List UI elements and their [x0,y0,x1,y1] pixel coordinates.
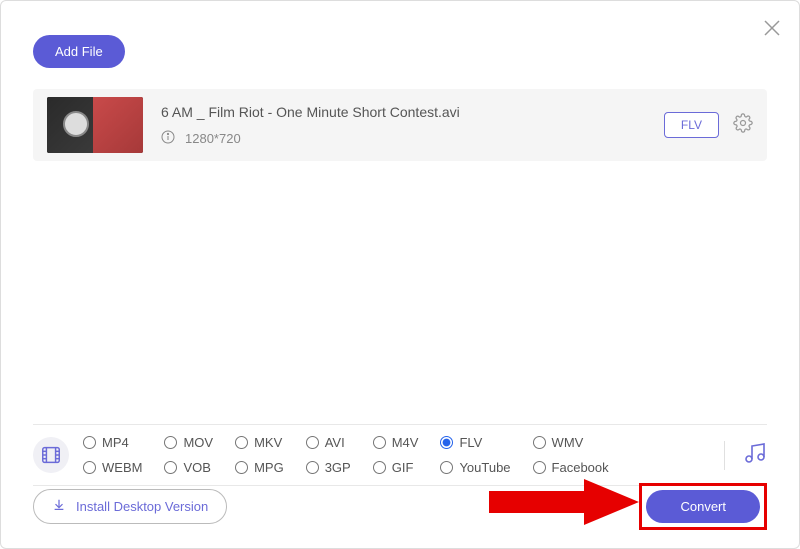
format-radio[interactable] [164,436,177,449]
format-option-mov[interactable]: MOV [164,435,213,450]
format-option-wmv[interactable]: WMV [533,435,609,450]
bottom-bar: Install Desktop Version Convert [33,483,767,530]
close-icon[interactable] [763,19,781,42]
gear-icon[interactable] [733,113,753,138]
format-radio[interactable] [235,436,248,449]
format-label: 3GP [325,460,351,475]
format-label: Facebook [552,460,609,475]
format-label: FLV [459,435,482,450]
download-icon [52,498,66,515]
format-option-avi[interactable]: AVI [306,435,351,450]
format-picker: MP4 MOV MKV AVI M4V FLV WMV WEBM VOB MPG 3GP GIF You… [33,424,767,486]
format-option-mp4[interactable]: MP4 [83,435,142,450]
file-row: 6 AM _ Film Riot - One Minute Short Cont… [33,89,767,161]
file-title: 6 AM _ Film Riot - One Minute Short Cont… [161,104,460,120]
format-label: AVI [325,435,345,450]
convert-highlight: Convert [639,483,767,530]
format-radio[interactable] [440,436,453,449]
format-label: MOV [183,435,213,450]
format-radio[interactable] [440,461,453,474]
format-radio[interactable] [533,461,546,474]
format-radio[interactable] [533,436,546,449]
format-label: M4V [392,435,419,450]
format-option-mpg[interactable]: MPG [235,460,284,475]
format-label: YouTube [459,460,510,475]
music-icon[interactable] [724,441,767,470]
format-label: MPG [254,460,284,475]
format-option-3gp[interactable]: 3GP [306,460,351,475]
video-thumbnail [47,97,143,153]
install-label: Install Desktop Version [76,499,208,514]
format-badge[interactable]: FLV [664,112,719,138]
format-radio[interactable] [83,436,96,449]
install-desktop-button[interactable]: Install Desktop Version [33,489,227,524]
file-resolution: 1280*720 [185,131,241,146]
file-meta: 6 AM _ Film Riot - One Minute Short Cont… [161,104,460,147]
video-icon[interactable] [33,437,69,473]
format-label: VOB [183,460,210,475]
format-option-flv[interactable]: FLV [440,435,510,450]
format-option-facebook[interactable]: Facebook [533,460,609,475]
format-option-youtube[interactable]: YouTube [440,460,510,475]
format-radio[interactable] [83,461,96,474]
format-label: WEBM [102,460,142,475]
format-radio[interactable] [306,436,319,449]
format-radio[interactable] [373,436,386,449]
format-option-vob[interactable]: VOB [164,460,213,475]
add-file-button[interactable]: Add File [33,35,125,68]
format-option-m4v[interactable]: M4V [373,435,419,450]
format-label: MKV [254,435,282,450]
format-label: MP4 [102,435,129,450]
format-radio[interactable] [235,461,248,474]
convert-button[interactable]: Convert [646,490,760,523]
format-option-webm[interactable]: WEBM [83,460,142,475]
format-radio[interactable] [306,461,319,474]
format-label: GIF [392,460,414,475]
format-option-mkv[interactable]: MKV [235,435,284,450]
format-radio[interactable] [373,461,386,474]
format-radio[interactable] [164,461,177,474]
format-label: WMV [552,435,584,450]
info-icon[interactable] [161,130,175,147]
format-option-gif[interactable]: GIF [373,460,419,475]
